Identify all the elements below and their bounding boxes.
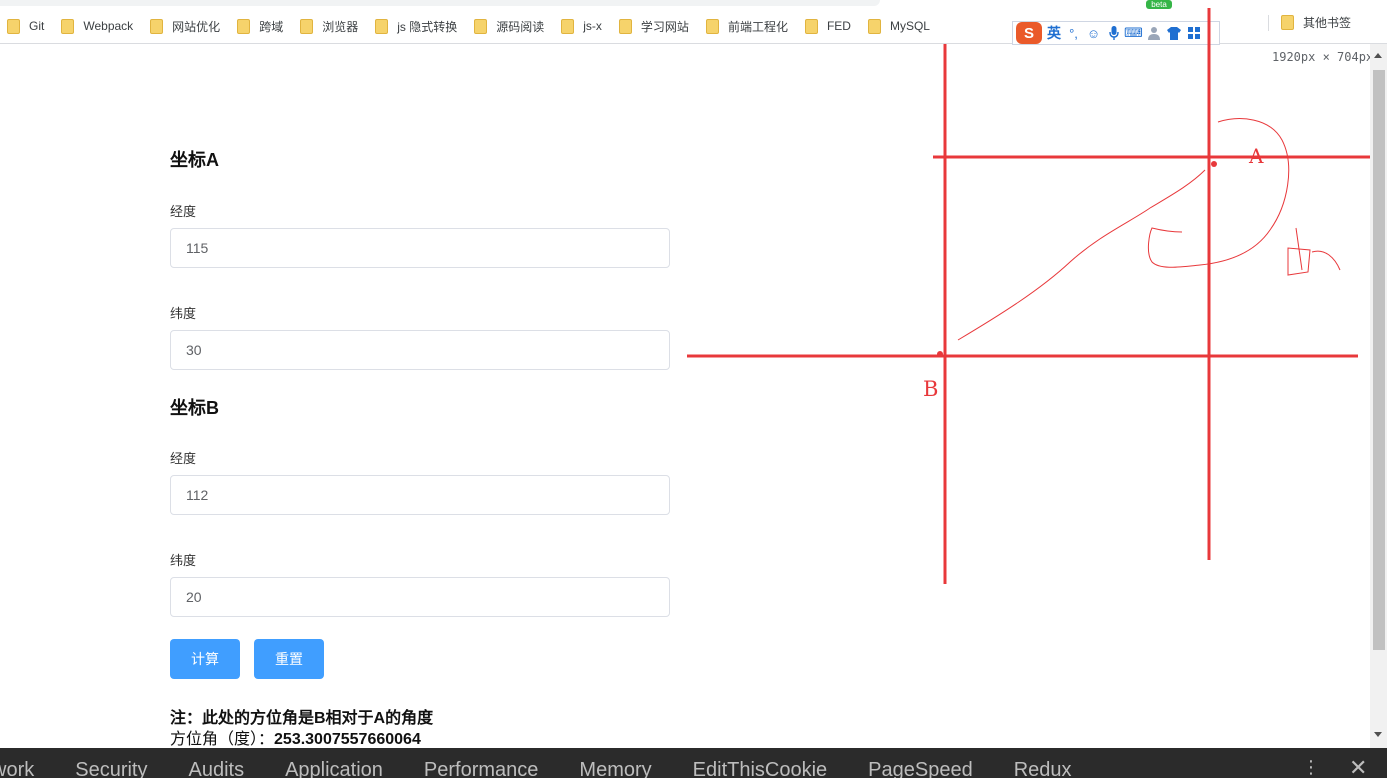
devtools-tab-bar: work Security Audits Application Perform… [0,748,1387,778]
point-a-dot [1211,161,1217,167]
annotation-drawing: A B [687,8,1382,584]
devtools-tab-network[interactable]: work [0,759,34,778]
devtools-tab-editthiscookie[interactable]: EditThisCookie [693,759,828,778]
devtools-tab-redux[interactable]: Redux [1014,759,1072,778]
page-scrollbar[interactable] [1370,44,1387,748]
point-b-label: B [923,377,938,401]
devtools-tab-pagespeed[interactable]: PageSpeed [868,759,973,778]
scroll-down-arrow-icon[interactable] [1374,732,1382,737]
glyph-strokes [1287,227,1341,276]
devtools-tab-application[interactable]: Application [285,759,383,778]
devtools-tab-memory[interactable]: Memory [579,759,651,778]
connecting-curve [957,169,1206,341]
point-b-dot [937,351,943,357]
scroll-up-arrow-icon[interactable] [1374,53,1382,58]
close-icon[interactable]: ✕ [1349,755,1367,778]
devtools-tabs: work Security Audits Application Perform… [0,759,1113,778]
devtools-tab-security[interactable]: Security [75,759,147,778]
devtools-tab-performance[interactable]: Performance [424,759,539,778]
scroll-thumb[interactable] [1373,70,1385,650]
devtools-tab-audits[interactable]: Audits [188,759,244,778]
more-options-icon[interactable]: ⋮ [1302,757,1320,778]
point-a-label: A [1248,144,1264,168]
angle-arc [1147,118,1290,268]
